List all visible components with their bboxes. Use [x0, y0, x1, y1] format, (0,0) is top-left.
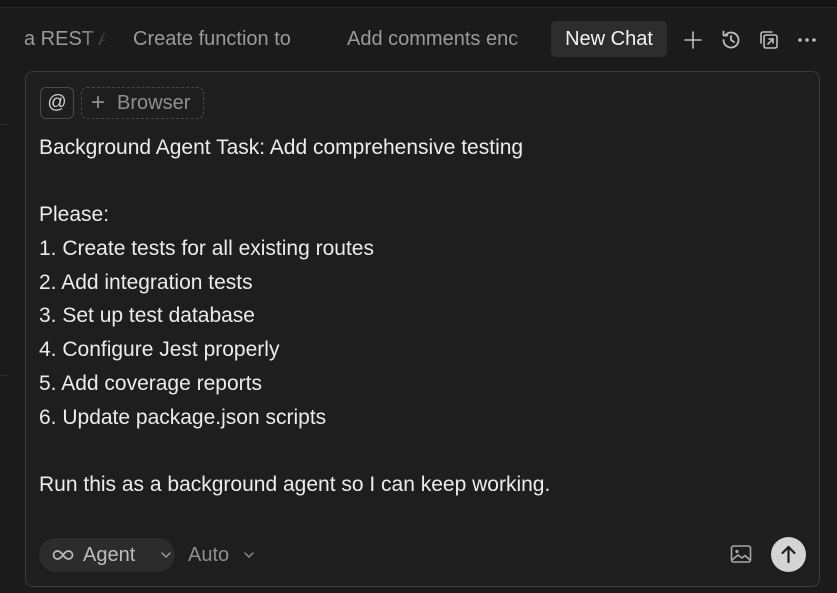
- mode-label: Agent: [83, 544, 136, 566]
- chevron-down-icon: [161, 552, 171, 559]
- tab-add-comments[interactable]: Add comments enc: [347, 21, 537, 57]
- message-input[interactable]: Background Agent Task: Add comprehensive…: [39, 131, 799, 502]
- tab-new-chat[interactable]: New Chat: [551, 21, 667, 57]
- at-icon: @: [47, 92, 67, 113]
- send-button[interactable]: [771, 537, 806, 572]
- message-line: Run this as a background agent so I can …: [39, 472, 551, 496]
- tab-label: New Chat: [565, 28, 653, 50]
- message-line: 4. Configure Jest properly: [39, 338, 280, 362]
- plus-icon: +: [91, 89, 106, 116]
- editor-edge: [0, 70, 8, 593]
- chevron-down-icon: [244, 552, 254, 559]
- top-divider: [0, 0, 837, 8]
- more-icon[interactable]: [795, 28, 819, 52]
- tab-rest-api[interactable]: a REST API: [24, 21, 108, 57]
- browser-label: Browser: [117, 92, 191, 114]
- message-line: 5. Add coverage reports: [39, 371, 262, 395]
- infinity-icon: [52, 550, 74, 560]
- tab-label: Add comments enc: [347, 28, 519, 50]
- history-icon[interactable]: [719, 28, 743, 52]
- message-line: [39, 434, 799, 468]
- image-upload-icon[interactable]: [730, 544, 752, 564]
- tab-label: Create function to: [133, 28, 291, 50]
- message-line: [39, 165, 799, 199]
- message-line: 2. Add integration tests: [39, 270, 253, 294]
- message-line: 6. Update package.json scripts: [39, 405, 327, 429]
- arrow-up-icon: [781, 545, 796, 564]
- chat-panel: a REST API Create function to Add commen…: [0, 0, 837, 593]
- chat-composer[interactable]: @ + Browser Background Agent Task: Add c…: [25, 71, 820, 587]
- tab-create-function[interactable]: Create function to: [133, 21, 319, 57]
- model-label: Auto: [188, 544, 230, 566]
- open-in-window-icon[interactable]: [757, 28, 781, 52]
- mention-button[interactable]: @: [40, 87, 74, 119]
- message-line: 3. Set up test database: [39, 304, 255, 328]
- agent-mode-selector[interactable]: Agent: [39, 538, 175, 572]
- plus-icon[interactable]: [681, 28, 705, 52]
- chat-tab-bar: a REST API Create function to Add commen…: [0, 8, 837, 70]
- message-line: Please:: [39, 203, 110, 227]
- message-line: 1. Create tests for all existing routes: [39, 237, 374, 261]
- add-browser-context-button[interactable]: + Browser: [81, 87, 204, 119]
- message-line: Background Agent Task: Add comprehensive…: [39, 136, 524, 159]
